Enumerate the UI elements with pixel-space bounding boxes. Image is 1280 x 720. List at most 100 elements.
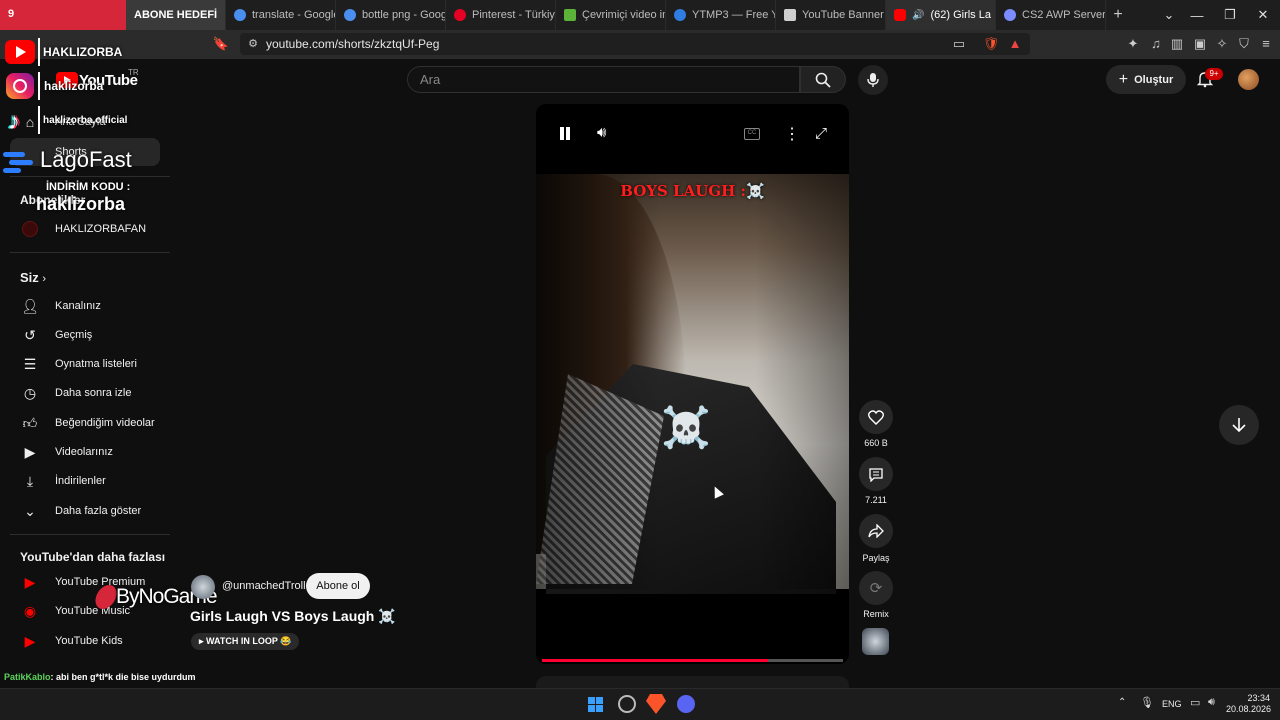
overlay-divider	[38, 38, 40, 66]
comment-count: 7.211	[865, 495, 887, 505]
remix-button[interactable]: ⟳	[859, 571, 893, 605]
minimize-icon[interactable]: —	[1180, 0, 1214, 30]
subscribe-button[interactable]: Abone ol	[306, 573, 370, 599]
tray-chevron-icon[interactable]: ⌃	[1118, 697, 1126, 708]
sidebar-item-history[interactable]: ↺ Geçmiş	[10, 321, 160, 349]
next-short-peek	[536, 676, 849, 688]
volume-icon[interactable]: 🔊︎	[597, 124, 606, 141]
url-field[interactable]: ⚙ youtube.com/shorts/zkztqUf-Peg ▭ 🛡 ▲	[240, 33, 1030, 55]
overlay-divider	[38, 106, 40, 134]
search-input[interactable]: Ara	[407, 66, 800, 93]
brave-shield-icon[interactable]: 🛡	[982, 35, 1000, 53]
you-heading[interactable]: Siz ›	[20, 270, 46, 285]
input-language[interactable]: ENG	[1162, 699, 1182, 709]
close-window-icon[interactable]: ✕	[1246, 0, 1280, 30]
google-icon	[234, 9, 246, 21]
skull-emoji: ☠️	[661, 406, 711, 450]
tab-label: translate - Google	[252, 9, 336, 21]
volume-tray-icon[interactable]: 🔊︎	[1208, 696, 1215, 709]
tab-cs2[interactable]: CS2 AWP Servers -	[996, 0, 1106, 30]
avatar[interactable]	[1238, 69, 1259, 90]
microphone-icon	[867, 73, 879, 87]
tab-pinterest[interactable]: Pinterest - Türkiye	[446, 0, 556, 30]
overlay-divider	[38, 72, 40, 100]
tab-banner[interactable]: YouTube Banner Te	[776, 0, 886, 30]
sidebar-item-your-channel[interactable]: 👤︎ Kanalınız	[10, 292, 160, 320]
tab-abone[interactable]: ABONE HEDEFİ	[126, 0, 226, 30]
share-icon	[868, 524, 884, 538]
comments-button[interactable]	[859, 457, 893, 491]
leo-icon[interactable]: ✧	[1213, 35, 1231, 53]
fullscreen-icon[interactable]: ⤢	[815, 125, 827, 142]
video-title: Girls Laugh VS Boys Laugh ☠️	[190, 608, 396, 624]
tray-mic-icon[interactable]: 🎙︎	[1140, 696, 1154, 709]
restore-icon[interactable]: ❐	[1213, 0, 1247, 30]
new-tab-plus-icon[interactable]: +	[1106, 0, 1130, 30]
google-icon	[344, 9, 356, 21]
sidebar-item-kids[interactable]: ▶ YouTube Kids	[10, 627, 160, 655]
voice-search-button[interactable]	[858, 65, 888, 95]
clock[interactable]: 23:34 20.08.2026	[1226, 693, 1271, 715]
progress-fill	[542, 659, 768, 662]
video-frame: ☠️	[536, 174, 849, 594]
sidebar-item-liked[interactable]: 👍︎ Beğendiğim videolar	[10, 409, 160, 437]
sidebar-item-playlists[interactable]: ☰ Oynatma listeleri	[10, 350, 160, 378]
sidebar-toggle-icon[interactable]: ▥	[1168, 35, 1186, 53]
vpn-icon[interactable]: ⛉	[1235, 35, 1253, 53]
progress-track[interactable]	[542, 659, 843, 662]
cast-icon[interactable]: ▭	[950, 35, 968, 53]
sidebar-item-show-more[interactable]: ⌄ Daha fazla göster	[10, 497, 160, 525]
bookmark-icon[interactable]: 🔖	[212, 35, 230, 53]
ytmp3-icon	[674, 9, 686, 21]
brave-rewards-icon[interactable]: ▲	[1006, 35, 1024, 53]
captions-icon[interactable]: CC	[744, 128, 760, 140]
share-button[interactable]	[859, 514, 893, 548]
pause-icon[interactable]	[558, 126, 572, 142]
youtube-premium-icon: ▶	[24, 573, 36, 590]
tab-youtube-active[interactable]: 🔊 (62) Girls La ✕	[886, 0, 996, 30]
more-options-icon[interactable]: ⋮	[784, 124, 800, 144]
windows-start-icon[interactable]	[588, 697, 604, 713]
network-icon[interactable]: ▭	[1190, 696, 1200, 709]
site-info-icon[interactable]: ⚙	[244, 35, 262, 53]
shorts-player[interactable]: ☠️ BOYS LAUGH :☠️ 🔊︎ CC ⋮ ⤢	[536, 104, 849, 664]
search-icon	[815, 72, 831, 88]
channel-name[interactable]: @unmachedTroll	[222, 580, 306, 592]
youtube-icon	[894, 9, 906, 21]
tab-bottle[interactable]: bottle png - Googl	[336, 0, 446, 30]
tab-video-download[interactable]: Çevrimiçi video ind	[556, 0, 666, 30]
history-icon: ↺	[24, 326, 36, 343]
subscription-channel[interactable]: HAKLIZORBAFAN	[10, 215, 160, 243]
extensions-icon[interactable]: ✦	[1124, 35, 1142, 53]
tab-translate[interactable]: translate - Google 25	[226, 0, 336, 30]
instagram-icon	[6, 73, 34, 99]
wallet-icon[interactable]: ▣	[1191, 35, 1209, 53]
discount-code: haklizorba	[36, 194, 126, 214]
discord-icon[interactable]	[677, 695, 695, 713]
chevron-right-icon: ›	[42, 273, 47, 285]
video-caption: BOYS LAUGH :☠️	[620, 182, 765, 200]
music-icon[interactable]: ♫	[1147, 35, 1165, 53]
page-icon	[784, 9, 796, 21]
create-button[interactable]: + Oluştur	[1106, 65, 1186, 94]
sidebar-item-watch-later[interactable]: ◷ Daha sonra izle	[10, 379, 160, 407]
create-label: Oluştur	[1134, 73, 1174, 86]
like-button[interactable]	[859, 400, 893, 434]
browser-tab-bar: 9 ABONE HEDEFİ translate - Google 25 bot…	[0, 0, 1280, 30]
sidebar-item-downloads[interactable]: ⤓ İndirilenler	[10, 467, 160, 495]
tab-label: (62) Girls La	[930, 9, 991, 21]
video-icon: ▶	[24, 443, 36, 460]
sidebar-item-your-videos[interactable]: ▶ Videolarınız	[10, 438, 160, 466]
tab-label: YTMP3 — Free You	[692, 9, 775, 21]
channel-avatar[interactable]	[191, 575, 215, 599]
next-short-button[interactable]	[1219, 405, 1259, 445]
taskbar-app-icon[interactable]	[618, 695, 636, 713]
sound-thumbnail[interactable]	[862, 628, 889, 655]
home-icon: ⌂	[25, 114, 35, 130]
menu-icon[interactable]: ≡	[1257, 35, 1275, 53]
search-button[interactable]	[800, 66, 846, 93]
tab-ytmp3[interactable]: YTMP3 — Free You	[666, 0, 776, 30]
watch-in-loop-tag[interactable]: ▸ WATCH IN LOOP 😂	[191, 633, 300, 650]
tiktok-icon: ♪	[8, 108, 20, 135]
brave-browser-icon[interactable]	[646, 694, 666, 714]
